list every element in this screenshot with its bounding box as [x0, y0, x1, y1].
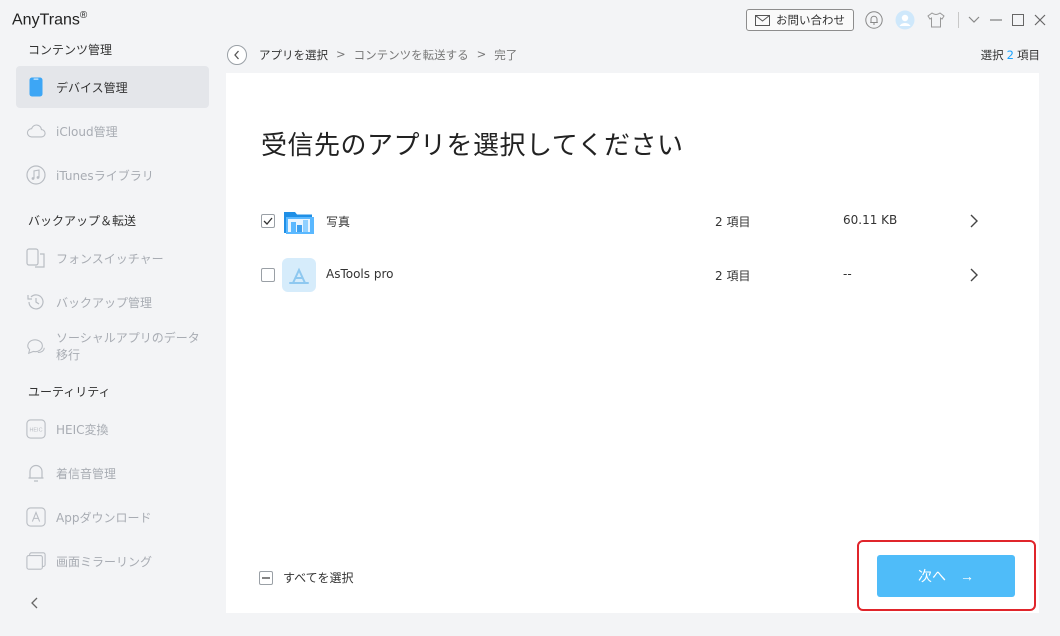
maximize-icon[interactable]: [1008, 10, 1028, 30]
collapse-sidebar-icon[interactable]: [28, 595, 42, 609]
chevron-left-icon: [234, 50, 239, 60]
app-item-count: 2 項目: [715, 269, 751, 283]
phone-icon: [26, 76, 46, 98]
contact-label: お問い合わせ: [776, 13, 845, 27]
app-size: --: [843, 267, 852, 281]
contact-button[interactable]: お問い合わせ: [746, 9, 854, 31]
sidebar-item-label: デバイス管理: [56, 80, 128, 95]
chat-icon: [26, 335, 46, 357]
selection-count: 選択 2 項目: [980, 48, 1040, 62]
close-icon[interactable]: [1030, 10, 1050, 30]
page-title: 受信先のアプリを選択してください: [261, 131, 684, 161]
breadcrumb-step-transfer: コンテンツを転送する: [353, 48, 469, 62]
sidebar: コンテンツ管理 デバイス管理 iCloud管理 iTunesライブラリ バックア…: [0, 40, 222, 636]
checkmark-icon: [263, 217, 273, 225]
section-title-content: コンテンツ管理: [28, 43, 113, 57]
chevron-right-icon[interactable]: [967, 266, 981, 284]
sidebar-item-backup-management[interactable]: バックアップ管理: [16, 281, 209, 323]
phone-switch-icon: [26, 247, 46, 269]
sidebar-item-label: フォンスイッチャー: [56, 251, 164, 266]
photos-app-icon: [282, 204, 316, 238]
breadcrumb-step-select-app: アプリを選択: [259, 48, 328, 62]
titlebar-divider: [958, 12, 959, 28]
minimize-icon[interactable]: [986, 10, 1006, 30]
next-button-label: 次へ: [918, 568, 946, 584]
select-all-label: すべてを選択: [283, 571, 354, 585]
app-store-app-icon: [282, 258, 316, 292]
backup-clock-icon: [26, 291, 46, 313]
sidebar-item-label: ソーシャルアプリのデータ移行: [56, 331, 200, 362]
chevron-down-icon[interactable]: [964, 10, 984, 30]
app-row-astools[interactable]: AsTools pro 2 項目 --: [261, 255, 1001, 295]
sidebar-item-label: HEIC変換: [56, 422, 109, 437]
app-name: AsTools pro: [326, 267, 394, 281]
title-bar: AnyTrans® お問い合わせ: [0, 0, 1060, 40]
sidebar-item-device-management[interactable]: デバイス管理: [16, 66, 209, 108]
shirt-skin-icon[interactable]: [926, 10, 946, 30]
section-title-backup: バックアップ＆転送: [28, 214, 137, 228]
breadcrumb: アプリを選択 > コンテンツを転送する > 完了: [259, 47, 517, 63]
sidebar-item-label: iCloud管理: [56, 124, 118, 139]
app-row-photos[interactable]: 写真 2 項目 60.11 KB: [261, 201, 1001, 241]
sidebar-item-label: バックアップ管理: [56, 295, 153, 310]
mirror-icon: [26, 550, 46, 572]
sidebar-item-ringtone[interactable]: 着信音管理: [16, 452, 209, 494]
app-item-count: 2 項目: [715, 215, 751, 229]
chevron-right-icon[interactable]: [967, 212, 981, 230]
minus-icon: [262, 576, 270, 579]
music-icon: [26, 164, 46, 186]
trademark-symbol: ®: [79, 10, 88, 21]
svg-text:HEIC: HEIC: [30, 428, 43, 434]
back-button[interactable]: [227, 45, 247, 65]
sidebar-item-label: Appダウンロード: [56, 510, 152, 525]
app-checkbox[interactable]: [261, 214, 275, 228]
sidebar-item-itunes[interactable]: iTunesライブラリ: [16, 154, 209, 196]
app-store-icon: [26, 506, 46, 528]
select-all[interactable]: すべてを選択: [259, 569, 353, 586]
mail-icon: [755, 14, 770, 26]
bell-icon[interactable]: [864, 10, 884, 30]
sidebar-item-phone-switcher[interactable]: フォンスイッチャー: [16, 237, 209, 279]
app-name: 写真: [326, 215, 351, 229]
next-button[interactable]: 次へ →: [877, 555, 1015, 597]
arrow-right-icon: →: [960, 568, 974, 584]
sidebar-item-label: iTunesライブラリ: [56, 168, 154, 183]
user-avatar-icon[interactable]: [895, 10, 915, 30]
main-panel: 受信先のアプリを選択してください 写真 2 項目 60.11 KB AsTool…: [226, 73, 1039, 613]
sidebar-item-app-download[interactable]: Appダウンロード: [16, 496, 209, 538]
heic-icon: HEIC: [26, 418, 46, 440]
sidebar-item-screen-mirroring[interactable]: 画面ミラーリング: [16, 540, 209, 582]
selection-count-number: 2: [1006, 48, 1014, 62]
app-checkbox[interactable]: [261, 268, 275, 282]
cloud-icon: [26, 120, 46, 142]
sidebar-item-social-transfer[interactable]: ソーシャルアプリのデータ移行: [16, 325, 209, 367]
section-title-utility: ユーティリティ: [28, 385, 111, 399]
breadcrumb-separator: >: [476, 47, 487, 61]
breadcrumb-step-complete: 完了: [494, 48, 518, 62]
bell-icon: [26, 462, 46, 484]
sidebar-item-heic[interactable]: HEIC HEIC変換: [16, 408, 209, 450]
app-size: 60.11 KB: [843, 213, 898, 227]
sidebar-item-label: 画面ミラーリング: [56, 554, 153, 569]
sidebar-item-label: 着信音管理: [56, 466, 117, 481]
app-title: AnyTrans®: [12, 10, 88, 29]
sidebar-item-icloud[interactable]: iCloud管理: [16, 110, 209, 152]
breadcrumb-separator: >: [336, 47, 346, 61]
select-all-checkbox[interactable]: [259, 570, 273, 585]
